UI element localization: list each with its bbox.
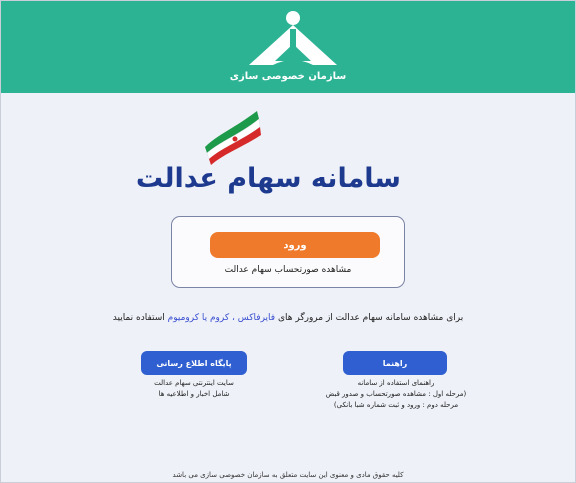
info-portal-line: سایت اینترنتی سهام عدالت [154,379,234,387]
browser-names: فایرفاکس ، کروم یا کرومیوم [167,313,276,323]
guide-button[interactable]: راهنما [343,351,447,375]
info-portal-line: شامل اخبار و اطلاعیه ها [158,390,230,398]
info-portal-button[interactable]: پایگاه اطلاع رسانی [141,351,247,375]
guide-description: راهنمای استفاده از سامانه (مرحله اول : م… [301,378,491,411]
browser-note: برای مشاهده سامانه سهام عدالت از مرورگر … [61,313,515,323]
browser-note-prefix: برای مشاهده سامانه سهام عدالت از مرورگر … [275,313,464,323]
org-name: سازمان خصوصی سازی [229,71,347,82]
login-panel: ورود مشاهده صورتحساب سهام عدالت [171,216,405,288]
guide-line: راهنمای استفاده از سامانه [357,379,435,387]
browser-note-suffix: استفاده نمایید [112,313,168,323]
login-button[interactable]: ورود [210,232,380,258]
iran-flag-icon [205,111,261,165]
header-banner: سازمان خصوصی سازی [1,1,575,93]
guide-line: مرحله دوم : ورود و ثبت شماره شبا بانکی) [333,401,459,409]
org-logo-icon [249,11,337,65]
info-portal-description: سایت اینترنتی سهام عدالت شامل اخبار و اط… [127,378,261,400]
login-subtitle: مشاهده صورتحساب سهام عدالت [224,265,352,275]
page: سازمان خصوصی سازی سامانه سهام عدالت ورود… [0,0,576,483]
guide-line: (مرحله اول : مشاهده صورتحساب و صدور قبض [325,390,467,398]
footer-copyright: کلیه حقوق مادی و معنوی این سایت متعلق به… [172,471,404,479]
site-title: سامانه سهام عدالت [135,163,401,194]
brand-block: سامانه سهام عدالت [135,107,401,207]
